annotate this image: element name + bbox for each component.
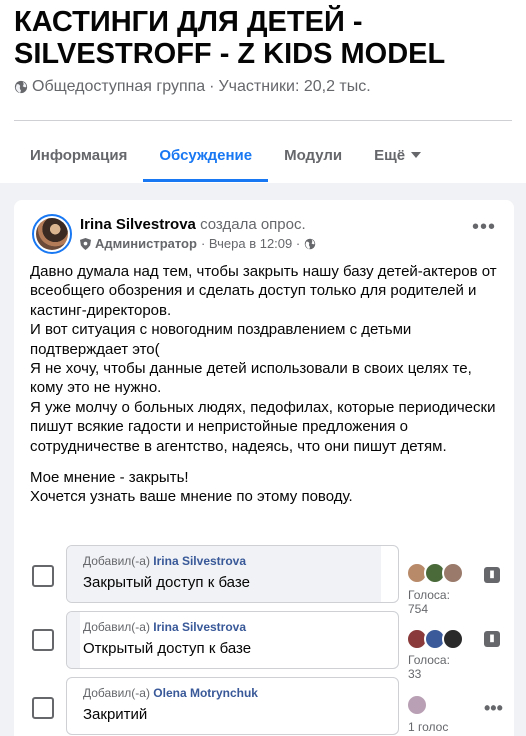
tab-label: Информация [30, 146, 128, 164]
poll-option-text: Закрытый доступ к базе [83, 574, 250, 591]
globe-icon [304, 238, 316, 249]
avatar [442, 562, 464, 584]
tab-label: Ещё [374, 146, 406, 164]
tab-info[interactable]: Информация [14, 128, 143, 182]
poll-option-box[interactable]: Добавил(-а) Irina Silvestrova Открытый д… [66, 611, 399, 669]
poll-checkbox[interactable] [32, 565, 54, 587]
group-header: КАСТИНГИ ДЛЯ ДЕТЕЙ - SILVESTROFF - Z KID… [0, 0, 526, 183]
post-author-line: Irina Silvestrova создала опрос. [80, 216, 306, 233]
tab-label: Обсуждение [159, 146, 253, 164]
poll-option-menu-icon[interactable]: ▮ [484, 631, 500, 647]
poll-checkbox[interactable] [32, 629, 54, 651]
avatar [442, 628, 464, 650]
poll-checkbox[interactable] [32, 697, 54, 719]
shield-icon [80, 237, 91, 250]
group-privacy: Общедоступная группа [32, 78, 206, 95]
post-paragraph: Давно думала над тем, чтобы закрыть нашу… [30, 263, 497, 319]
caret-down-icon [411, 152, 422, 158]
poll-option-author[interactable]: Irina Silvestrova [153, 620, 246, 634]
poll-option-more-icon[interactable]: ••• [484, 699, 503, 719]
author-name[interactable]: Irina Silvestrova [80, 216, 196, 233]
avatar[interactable] [32, 214, 72, 254]
tab-label: Модули [284, 146, 343, 164]
group-members[interactable]: Участники: 20,2 тыс. [219, 78, 371, 96]
poll-option-author[interactable]: Olena Motrynchuk [153, 686, 258, 700]
tab-discussion[interactable]: Обсуждение [143, 128, 268, 182]
poll-option: Добавил(-а) Olena Motrynchuk Закритий 1 … [14, 677, 514, 736]
poll-option-author[interactable]: Irina Silvestrova [153, 554, 246, 568]
poll-result-bar [67, 612, 81, 668]
poll-option-menu-icon[interactable]: ▮ [484, 567, 500, 583]
post-more-button[interactable]: ••• [472, 217, 496, 237]
post-subline: Администратор · Вчера в 12:09 · [80, 236, 316, 251]
tab-units[interactable]: Модули [268, 128, 358, 182]
tab-more[interactable]: Ещё [358, 128, 437, 182]
globe-icon [14, 80, 28, 94]
group-title[interactable]: КАСТИНГИ ДЛЯ ДЕТЕЙ - SILVESTROFF - Z KID… [14, 6, 514, 70]
author-role: Администратор [95, 236, 197, 251]
poll-added-by: Добавил(-а) Irina Silvestrova [83, 620, 247, 634]
post-action: создала опрос. [200, 216, 306, 233]
group-meta: Общедоступная группа · Участники: 20,2 т… [14, 78, 371, 96]
meta-separator: · [209, 78, 215, 95]
post-paragraph: И вот ситуация с новогодним поздравление… [30, 321, 412, 358]
poll-option-box[interactable]: Добавил(-а) Olena Motrynchuk Закритий [66, 677, 399, 735]
poll-vote-count[interactable]: 1 голос [408, 720, 466, 734]
avatar [406, 694, 428, 716]
poll-option-text: Открытый доступ к базе [83, 640, 252, 657]
poll-option-text: Закритий [83, 706, 148, 723]
poll-added-by: Добавил(-а) Olena Motrynchuk [83, 686, 258, 700]
post-paragraph: Я уже молчу о больных людях, педофилах, … [30, 398, 496, 455]
poll-post: Irina Silvestrova создала опрос. Админис… [14, 200, 514, 736]
voter-avatars[interactable] [406, 694, 428, 716]
poll-added-by: Добавил(-а) Irina Silvestrova [83, 554, 247, 568]
group-tabs: Информация Обсуждение Модули Ещё [14, 128, 437, 182]
post-paragraph: Я не хочу, чтобы данные детей использова… [30, 360, 472, 397]
post-paragraph: Мое мнение - закрыть! [30, 469, 189, 487]
poll-option: Добавил(-а) Irina Silvestrova Открытый д… [14, 611, 514, 681]
voter-avatars[interactable] [406, 562, 464, 584]
poll-option: Добавил(-а) Irina Silvestrova Закрытый д… [14, 545, 514, 616]
post-paragraph: Хочется узнать ваше мнение по этому пово… [30, 488, 353, 506]
post-time[interactable]: · Вчера в 12:09 · [201, 236, 300, 251]
post-body: Давно думала над тем, чтобы закрыть нашу… [30, 262, 500, 507]
poll-option-box[interactable]: Добавил(-а) Irina Silvestrova Закрытый д… [66, 545, 399, 603]
header-divider [14, 120, 512, 121]
voter-avatars[interactable] [406, 628, 464, 650]
